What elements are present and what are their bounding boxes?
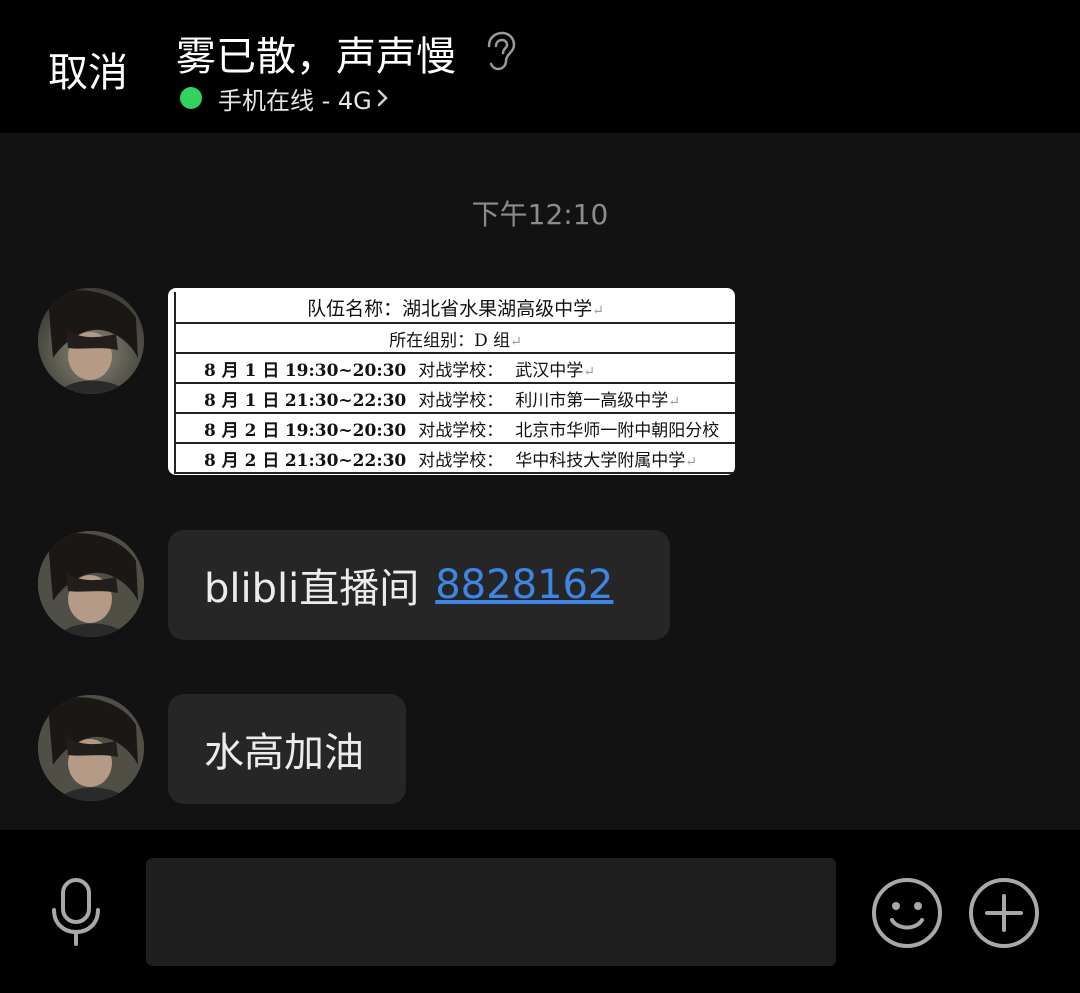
contact-name: 雾已散，声声慢 <box>176 34 456 80</box>
composer-bar <box>0 830 1080 993</box>
microphone-icon[interactable] <box>46 876 106 948</box>
message-input[interactable] <box>146 858 836 966</box>
avatar[interactable] <box>38 288 144 394</box>
online-status[interactable]: 手机在线 - 4G <box>180 82 390 115</box>
avatar-image <box>38 531 144 637</box>
room-number-link[interactable]: 8828162 <box>435 562 613 608</box>
match-row: 8 月 2 日 21:30~22:30 对战学校： 华中科技大学附属中学↵ <box>174 442 735 474</box>
chat-header: 取消 雾已散，声声慢 手机在线 - 4G <box>0 0 1080 133</box>
status-text: 手机在线 - 4G <box>218 86 372 115</box>
ear-icon[interactable] <box>482 30 518 72</box>
message-text: 水高加油 <box>204 730 364 776</box>
avatar[interactable] <box>38 695 144 801</box>
avatar-image <box>38 288 144 394</box>
online-dot <box>180 87 202 109</box>
message-text: blibli直播间 <box>204 566 420 612</box>
match-row: 8 月 2 日 19:30~20:30 对战学校： 北京市华师一附中朝阳分校 <box>174 412 735 444</box>
match-row: 8 月 1 日 19:30~20:30 对战学校： 武汉中学↵ <box>174 352 735 384</box>
avatar[interactable] <box>38 531 144 637</box>
cancel-button[interactable]: 取消 <box>48 40 128 98</box>
team-name: 队伍名称：湖北省水果湖高级中学↵ <box>174 292 735 324</box>
message-bubble[interactable]: 水高加油 <box>168 694 406 804</box>
group-info: 所在组别：D 组↵ <box>174 322 735 354</box>
plus-icon[interactable] <box>967 876 1041 950</box>
emoji-icon[interactable] <box>870 876 944 950</box>
message-bubble[interactable]: blibli直播间 8828162 <box>168 530 670 640</box>
chevron-right-icon <box>377 89 388 107</box>
message-timestamp: 下午12:10 <box>471 198 609 231</box>
image-message[interactable]: 队伍名称：湖北省水果湖高级中学↵ 所在组别：D 组↵ 8 月 1 日 19:30… <box>168 288 735 475</box>
message-list[interactable]: 下午12:10 队伍名称：湖北省水果湖高级中学↵ 所在组别：D 组↵ 8 月 1… <box>0 133 1080 830</box>
avatar-image <box>38 695 144 801</box>
match-row: 8 月 1 日 21:30~22:30 对战学校： 利川市第一高级中学↵ <box>174 382 735 414</box>
schedule-table: 队伍名称：湖北省水果湖高级中学↵ 所在组别：D 组↵ 8 月 1 日 19:30… <box>174 292 735 474</box>
